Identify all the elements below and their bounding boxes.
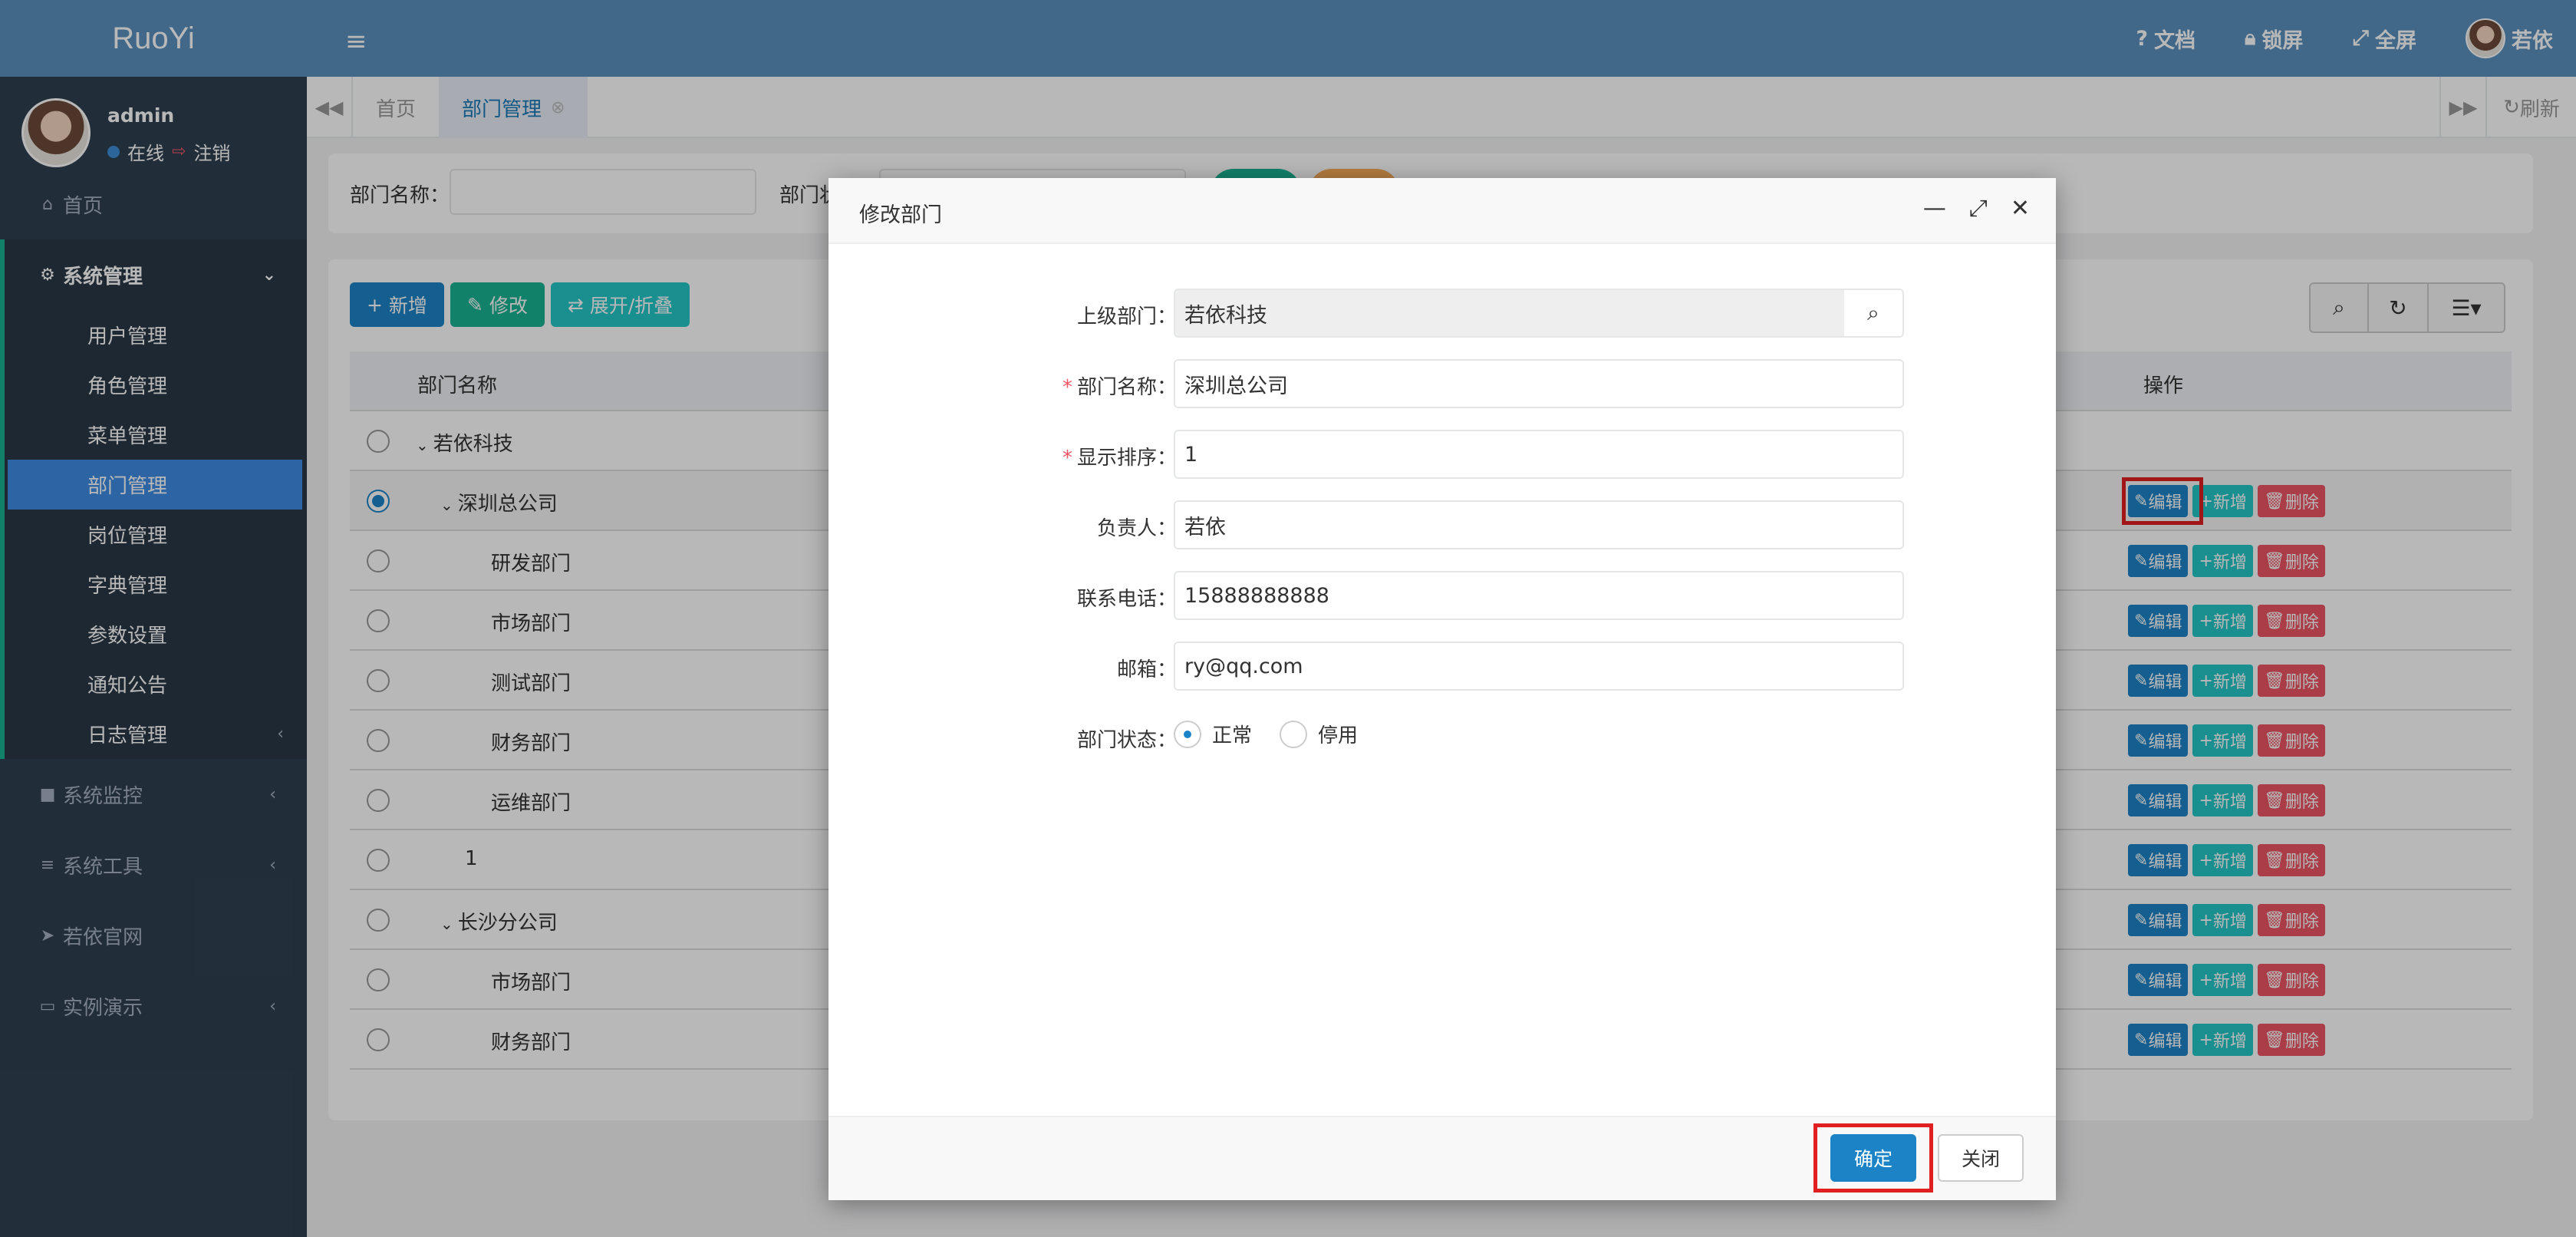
form-row-email: 邮箱： ry@qq.com <box>828 642 2056 692</box>
form-row-leader: 负责人： 若依 <box>828 500 2056 551</box>
order-field-label: * 显示排序： <box>1062 442 1177 470</box>
dialog-window-controls: — ⤢ ✕ <box>1923 195 2030 222</box>
dept-name-field[interactable]: 深圳总公司 <box>1174 359 1904 408</box>
highlight-box <box>1813 1123 1933 1192</box>
edit-dept-dialog: 修改部门 — ⤢ ✕ 上级部门： 若依科技 ⌕ * 部门名称： 深圳总公司 * 显示… <box>828 178 2056 1200</box>
dialog-header: 修改部门 — ⤢ ✕ <box>828 178 2056 244</box>
status-normal-label: 正常 <box>1212 724 1253 747</box>
status-normal-radio[interactable]: 正常 <box>1174 720 1252 748</box>
form-row-parent: 上级部门： 若依科技 ⌕ <box>828 289 2056 339</box>
order-label-text: 显示排序： <box>1076 447 1177 470</box>
status-disabled-label: 停用 <box>1318 724 1359 747</box>
dept-name-label-text: 部门名称： <box>1076 376 1177 399</box>
dialog-footer: 确定 关闭 <box>828 1116 2056 1200</box>
dept-name-field-label: * 部门名称： <box>1062 371 1177 400</box>
radio-checked-icon <box>1174 720 1201 748</box>
radio-unchecked-icon <box>1280 720 1307 748</box>
minimize-icon[interactable]: — <box>1923 195 1946 222</box>
phone-field[interactable]: 15888888888 <box>1174 571 1904 620</box>
form-row-phone: 联系电话： 15888888888 <box>828 571 2056 622</box>
close-icon[interactable]: ✕ <box>2011 195 2030 222</box>
phone-label: 联系电话： <box>1076 588 1177 611</box>
leader-label: 负责人： <box>1096 517 1177 540</box>
required-mark: * <box>1062 447 1072 470</box>
status-label: 部门状态： <box>1076 729 1177 752</box>
required-mark: * <box>1062 376 1072 399</box>
maximize-icon[interactable]: ⤢ <box>1969 195 1988 222</box>
order-field[interactable]: 1 <box>1174 430 1904 479</box>
email-label: 邮箱： <box>1116 658 1177 681</box>
parent-dept-input[interactable]: 若依科技 <box>1174 289 1846 338</box>
form-row-name: * 部门名称： 深圳总公司 <box>828 359 2056 410</box>
parent-dept-search-icon[interactable]: ⌕ <box>1844 289 1904 338</box>
dialog-title: 修改部门 <box>859 203 942 227</box>
form-row-order: * 显示排序： 1 <box>828 430 2056 480</box>
email-field[interactable]: ry@qq.com <box>1174 642 1904 691</box>
close-button[interactable]: 关闭 <box>1938 1134 2024 1182</box>
form-row-status: 部门状态： 正常 停用 <box>828 712 2056 763</box>
leader-field[interactable]: 若依 <box>1174 500 1904 549</box>
status-disabled-radio[interactable]: 停用 <box>1280 720 1358 748</box>
parent-dept-label: 上级部门： <box>1076 305 1177 328</box>
